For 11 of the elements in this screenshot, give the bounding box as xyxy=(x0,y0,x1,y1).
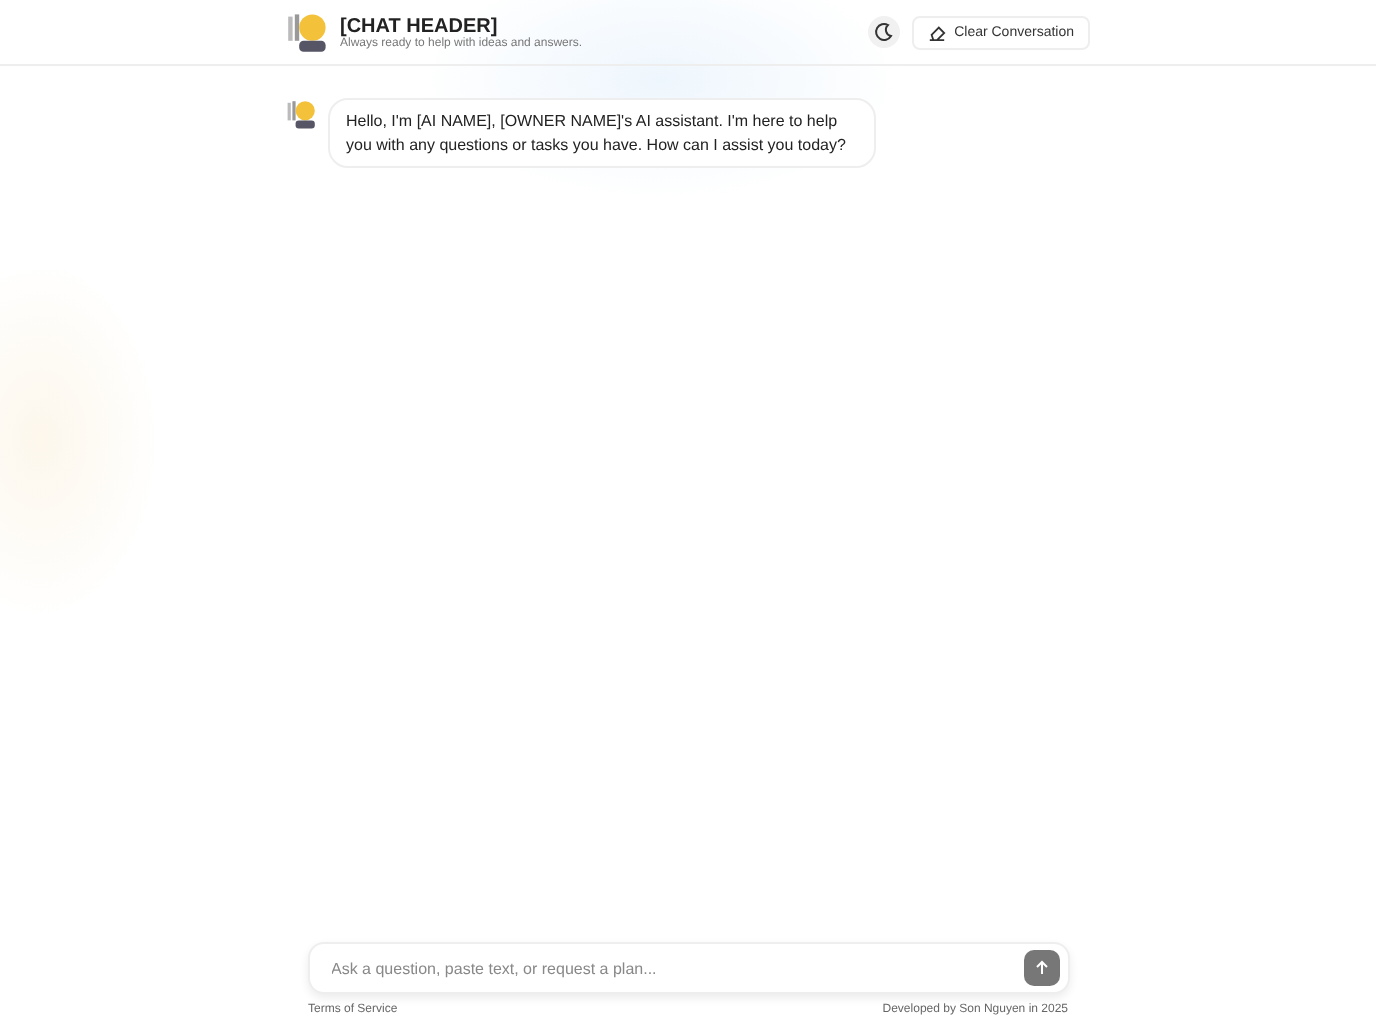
moon-icon xyxy=(874,22,895,42)
avatar-icon xyxy=(286,10,330,54)
message-input-field[interactable]: Ask a question, paste text, or request a plan... xyxy=(327,957,1023,979)
eraser-icon xyxy=(928,23,947,41)
theme-toggle-button[interactable] xyxy=(868,16,901,48)
message-composer[interactable]: Ask a question, paste text, or request a plan... xyxy=(307,942,1069,994)
assistant-message: Hello, I'm [AI NAME], [OWNER NAME]'s AI assistant. I'm here to help you with any questions or tasks you have. How can I assist you today? xyxy=(328,98,876,169)
chat-title: [CHAT HEADER] xyxy=(340,15,500,37)
avatar-icon xyxy=(286,98,318,130)
send-button[interactable] xyxy=(1023,950,1059,986)
arrow-up-icon xyxy=(1033,960,1049,976)
